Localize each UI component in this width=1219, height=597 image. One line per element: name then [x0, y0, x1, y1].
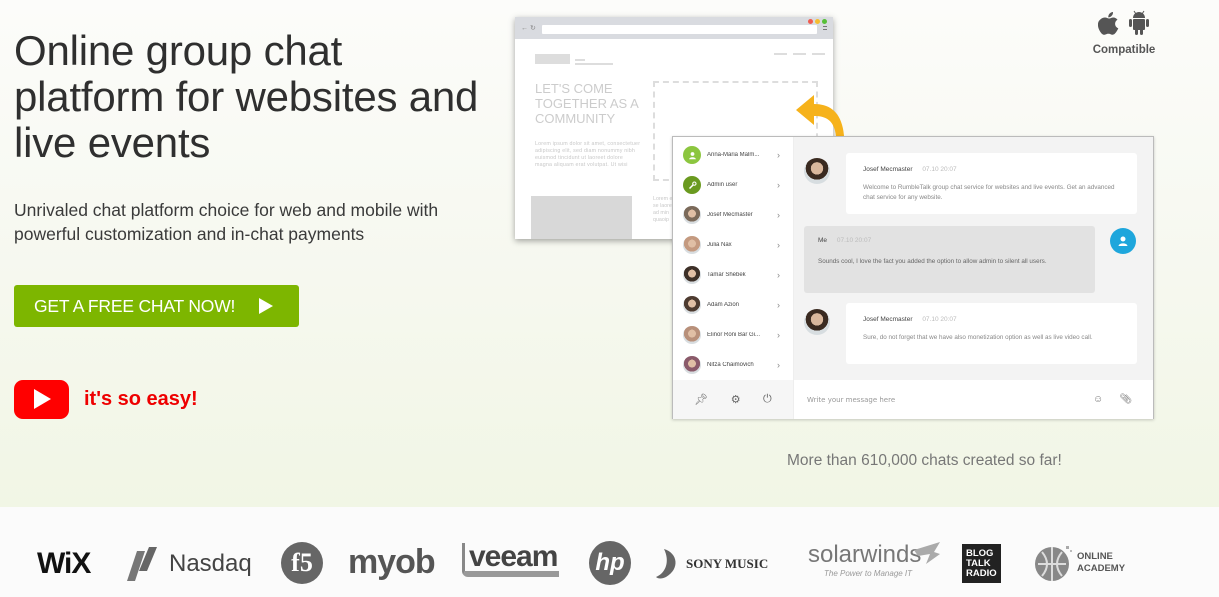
message-area: Josef Mecmaster 07.10 20:07 Welcome to R…: [794, 137, 1153, 380]
blog-talk-radio-logo: BLOG TALK RADIO: [962, 544, 1001, 583]
mock-line: [575, 59, 585, 61]
hp-logo: hp: [589, 541, 631, 585]
message-time: 07.10 20:07: [836, 237, 872, 244]
user-list-item[interactable]: Anna-Maria Malm... ›: [673, 140, 794, 170]
chats-count: More than 610,000 chats created so far!: [787, 452, 1062, 469]
message-input[interactable]: [807, 395, 1077, 404]
wix-logo: WiX: [37, 547, 91, 580]
user-name: Adam Azion: [707, 302, 740, 308]
chevron-right-icon: ›: [777, 270, 780, 280]
client-logos: WiX Nasdaq f5 myob veeam hp SONY MUSIC s…: [0, 535, 1219, 595]
user-list-item[interactable]: Admin user ›: [673, 170, 794, 200]
wrench-icon: [683, 176, 701, 194]
chevron-right-icon: ›: [777, 180, 780, 190]
user-list-footer: 📌︎ ⚙︎ ⏻: [673, 380, 794, 419]
user-name: Anna-Maria Malm...: [707, 152, 760, 158]
chevron-right-icon: ›: [777, 210, 780, 220]
user-list-item[interactable]: Elinor Roni Bar Gi... ›: [673, 320, 794, 350]
compatibility-badge: Compatible: [1090, 8, 1158, 56]
power-icon[interactable]: ⏻: [763, 393, 772, 406]
message-author: Josef Mecmaster: [863, 316, 913, 323]
avatar: [683, 326, 701, 344]
solarwinds-flag-icon: [914, 542, 940, 564]
user-name: Julia Nax: [707, 242, 732, 248]
message-bubble: Josef Mecmaster 07.10 20:07 Welcome to R…: [846, 153, 1137, 214]
chevron-right-icon: ›: [777, 300, 780, 310]
mock-image-block: [531, 196, 632, 239]
message-author: Josef Mecmaster: [863, 166, 913, 173]
apple-icon: [1098, 12, 1119, 35]
page-title: Online group chat platform for websites …: [14, 27, 479, 166]
user-name: Josef Mecmaster: [707, 212, 753, 218]
avatar: [683, 356, 701, 374]
browser-url-bar: [542, 25, 817, 34]
window-controls: [808, 19, 827, 24]
myob-logo: myob: [348, 543, 436, 581]
avatar: [804, 158, 830, 184]
emoji-icon[interactable]: ☺: [1093, 394, 1103, 405]
chevron-right-icon: ›: [777, 330, 780, 340]
user-name: Admin user: [707, 182, 738, 188]
mock-nav: [774, 53, 825, 55]
browser-nav-icons: ← ↻: [521, 25, 536, 32]
mock-line: [575, 63, 613, 65]
curved-arrow-icon: [796, 95, 844, 136]
mock-headline: LET'S COME TOGETHER AS A COMMUNITY: [535, 81, 639, 126]
f5-logo: f5: [281, 542, 323, 584]
attachment-icon[interactable]: 📎︎: [1119, 394, 1132, 405]
compatible-label: Compatible: [1092, 44, 1156, 56]
mock-lorem: Lorem ipsum dolor sit amet, consectetuer…: [535, 141, 641, 168]
user-list: Anna-Maria Malm... › Admin user › Josef Mecm…: [673, 137, 794, 380]
nasdaq-logo: Nasdaq: [127, 547, 252, 581]
online-academy-logo: ONLINE ACADEMY: [1034, 542, 1131, 584]
veeam-logo: veeam: [462, 542, 560, 577]
avatar: [683, 296, 701, 314]
sony-music-logo: SONY MUSIC: [656, 547, 768, 581]
page-subtitle: Unrivaled chat platform choice for web a…: [14, 200, 439, 244]
message-text: Welcome to RumbleTalk group chat service…: [863, 184, 1115, 201]
me-avatar: [1110, 228, 1136, 254]
message-text: Sure, do not forget that we have also mo…: [863, 334, 1093, 341]
play-icon: [259, 298, 273, 314]
user-list-item[interactable]: Julia Nax ›: [673, 230, 794, 260]
avatar: [683, 236, 701, 254]
user-list-item[interactable]: Tamar Shebek ›: [673, 260, 794, 290]
user-list-item[interactable]: Nitza Chaimovich ›: [673, 350, 794, 380]
avatar: [683, 206, 701, 224]
mock-logo: [535, 54, 570, 64]
video-link[interactable]: it's so easy!: [84, 388, 198, 411]
cta-label: GET A FREE CHAT NOW!: [34, 295, 236, 316]
get-free-chat-button[interactable]: GET A FREE CHAT NOW!: [14, 285, 299, 327]
compose-bar: ☺ 📎︎: [794, 380, 1153, 419]
solarwinds-logo: solarwinds The Power to Manage IT: [808, 541, 922, 578]
message-author: Me: [818, 237, 828, 244]
chat-widget: Anna-Maria Malm... › Admin user › Josef Mecm…: [672, 136, 1154, 419]
user-icon: [683, 146, 701, 164]
youtube-icon[interactable]: [14, 380, 69, 419]
pin-icon[interactable]: 📌︎: [694, 393, 708, 406]
chevron-right-icon: ›: [777, 150, 780, 160]
user-icon: [1118, 236, 1128, 246]
message-text: Sounds cool, I love the fact you added t…: [818, 258, 1047, 265]
message-time: 07.10 20:07: [922, 166, 957, 173]
avatar: [683, 266, 701, 284]
android-icon: [1129, 10, 1149, 35]
user-name: Nitza Chaimovich: [707, 362, 754, 368]
user-name: Tamar Shebek: [707, 272, 746, 278]
user-list-item[interactable]: Josef Mecmaster ›: [673, 200, 794, 230]
avatar: [804, 309, 830, 335]
chevron-right-icon: ›: [777, 240, 780, 250]
menu-icon: [823, 26, 827, 30]
chevron-right-icon: ›: [777, 360, 780, 370]
message-bubble-own: Me 07.10 20:07 Sounds cool, I love the f…: [804, 226, 1095, 293]
user-name: Elinor Roni Bar Gi...: [707, 332, 761, 338]
message-time: 07.10 20:07: [922, 316, 957, 323]
user-list-item[interactable]: Adam Azion ›: [673, 290, 794, 320]
gear-icon[interactable]: ⚙︎: [731, 393, 741, 406]
browser-toolbar: ← ↻: [515, 17, 833, 39]
message-bubble: Josef Mecmaster 07.10 20:07 Sure, do not…: [846, 303, 1137, 364]
